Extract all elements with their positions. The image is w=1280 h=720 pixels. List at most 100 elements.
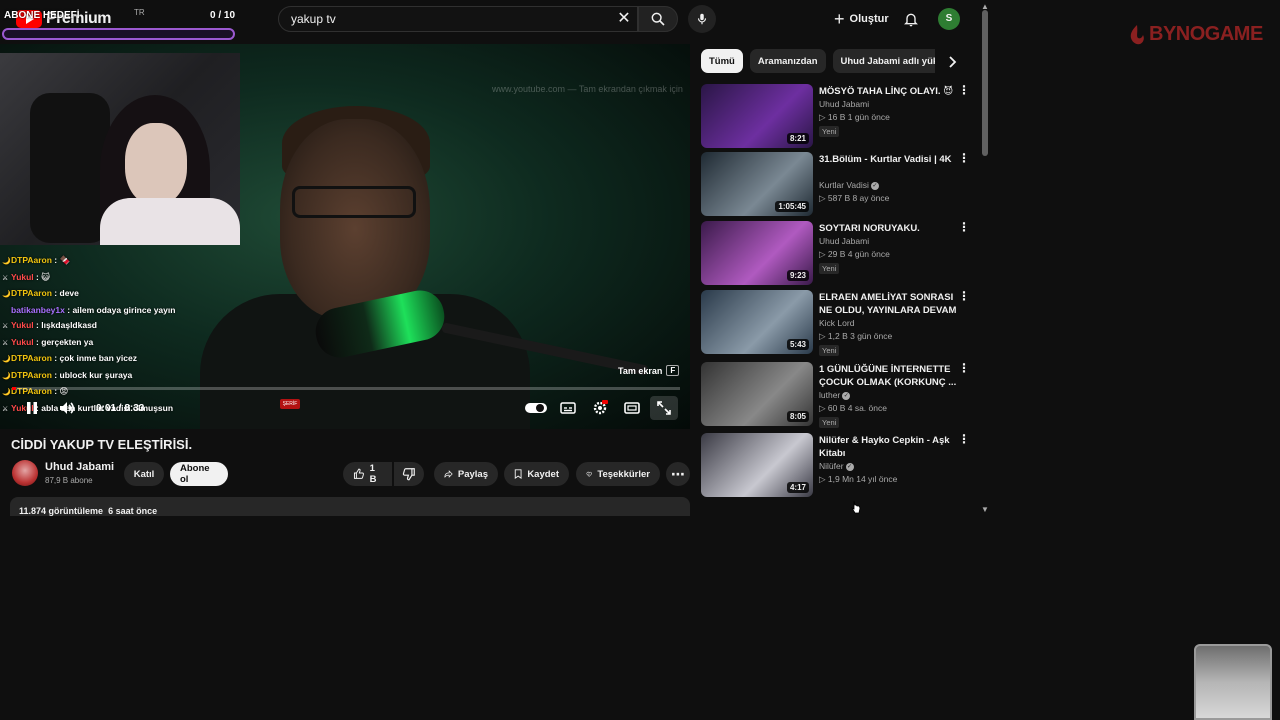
chat-message: ⚔ Yukul : gerçekten ya <box>2 335 242 352</box>
video-duration: 5:43 <box>786 339 809 350</box>
autoplay-toggle-icon <box>525 403 547 413</box>
search-input[interactable] <box>291 12 611 26</box>
more-options-icon[interactable]: ⋮ <box>957 362 971 378</box>
rec-meta: ▷ 16 B 1 gün önce <box>819 112 890 122</box>
video-thumbnail[interactable]: 1:05:45 <box>701 152 813 216</box>
create-button[interactable]: + Oluştur <box>826 5 897 33</box>
view-count: 11.874 görüntüleme <box>19 506 104 516</box>
rec-channel[interactable]: Uhud Jabami <box>819 236 869 246</box>
rec-channel[interactable]: Kurtlar Vadisi ✓ <box>819 180 879 190</box>
verified-icon: ✓ <box>842 391 851 400</box>
search-icon <box>651 12 665 26</box>
autoplay-toggle[interactable] <box>524 396 548 420</box>
save-button[interactable]: Kaydet <box>504 462 569 486</box>
fullscreen-button[interactable] <box>650 396 678 420</box>
more-options-icon[interactable]: ⋮ <box>957 152 971 168</box>
search-button[interactable] <box>638 6 678 32</box>
settings-button[interactable] <box>589 396 611 420</box>
join-button[interactable]: Katıl <box>124 462 164 486</box>
video-thumbnail[interactable]: 4:17 <box>701 433 813 497</box>
rec-channel-name: Kurtlar Vadisi <box>819 180 869 190</box>
rec-meta: ▷ 1,2 B 3 gün önce <box>819 331 893 341</box>
recommendation-item[interactable]: 9:23 SOYTARI NORUYAKU. Uhud Jabami ▷ 29 B 4… <box>701 221 981 285</box>
rec-title[interactable]: Nilüfer & Hayko Cepkin - Aşk Kitabı <box>819 434 959 460</box>
like-button[interactable]: 1 B <box>343 462 392 486</box>
rec-title[interactable]: MÖSYÖ TAHA LİNÇ OLAYI. 😈 <box>819 85 959 98</box>
clear-icon[interactable]: ✕ <box>613 8 635 30</box>
rec-title[interactable]: 1 GÜNLÜĞÜNE İNTERNETTE ÇOCUK OLMAK (KORK… <box>819 363 959 389</box>
dislike-button[interactable] <box>394 462 424 486</box>
chat-username: Yukul <box>11 336 34 347</box>
rec-channel-name: Uhud Jabami <box>819 99 870 109</box>
video-thumbnail[interactable]: 9:23 <box>701 221 813 285</box>
video-player[interactable]: www.youtube.com — Tam ekrandan çıkmak iç… <box>0 44 690 429</box>
theater-mode-button[interactable] <box>621 396 643 420</box>
progress-played <box>12 387 16 390</box>
chip-1[interactable]: Aramanızdan <box>749 49 826 73</box>
chip-2[interactable]: Uhud Jabami adlı yükleyiciden <box>832 49 935 73</box>
chat-message: ⚔ Yukul : 😺 <box>2 270 242 287</box>
chat-text: gerçekten ya <box>41 336 94 347</box>
subscriber-goal-overlay: ABONE HEDEFİ 0 / 10 <box>0 4 238 44</box>
recommendation-item[interactable]: 8:21 MÖSYÖ TAHA LİNÇ OLAYI. 😈 Uhud Jabami ▷… <box>701 84 981 148</box>
account-avatar[interactable]: S <box>938 8 960 30</box>
chips-next-button[interactable] <box>943 52 963 72</box>
fullscreen-tooltip: Tam ekran F <box>618 365 680 376</box>
rec-meta: ▷ 29 B 4 gün önce <box>819 249 890 259</box>
volume-button[interactable] <box>56 396 78 420</box>
search-box[interactable] <box>278 6 638 32</box>
chat-username: Yukul <box>11 271 34 282</box>
rec-channel-name: Uhud Jabami <box>819 236 870 246</box>
new-badge: Yeni <box>819 345 840 356</box>
thanks-button[interactable]: $ Teşekkürler <box>576 462 660 486</box>
rec-title[interactable]: 31.Bölüm - Kurtlar Vadisi | 4K <box>819 153 959 166</box>
red-sticker: ŞERİF <box>280 399 300 409</box>
video-thumbnail[interactable]: 5:43 <box>701 290 813 354</box>
voice-search-button[interactable] <box>688 5 716 33</box>
share-button[interactable]: Paylaş <box>434 462 498 486</box>
pause-button[interactable] <box>22 396 42 420</box>
subtitles-button[interactable] <box>557 396 579 420</box>
more-options-icon[interactable]: ⋮ <box>957 433 971 449</box>
rec-channel-name: Nilüfer <box>819 461 844 471</box>
more-options-icon[interactable]: ⋮ <box>957 221 971 237</box>
scroll-down-arrow[interactable]: ▼ <box>981 505 989 514</box>
more-options-icon[interactable]: ⋮ <box>957 290 971 306</box>
scrollbar-thumb[interactable] <box>982 10 988 156</box>
volume-icon <box>60 402 74 414</box>
channel-avatar[interactable] <box>12 460 38 486</box>
verified-icon: ✓ <box>845 462 854 471</box>
notifications-button[interactable] <box>899 7 923 31</box>
rec-title[interactable]: SOYTARI NORUYAKU. <box>819 222 959 235</box>
more-actions-button[interactable]: ⋯ <box>666 462 690 486</box>
recommendation-item[interactable]: 4:17 Nilüfer & Hayko Cepkin - Aşk Kitabı N… <box>701 433 981 497</box>
rec-channel[interactable]: Nilüfer ✓ <box>819 461 854 471</box>
rec-channel[interactable]: Uhud Jabami <box>819 99 869 109</box>
video-duration: 4:17 <box>786 482 809 493</box>
chat-badge: 🌙 <box>2 356 11 363</box>
webcam-overlay <box>0 53 240 245</box>
share-icon <box>444 470 453 478</box>
chip-0[interactable]: Tümü <box>701 49 743 73</box>
chat-separator: : <box>51 288 60 298</box>
mic-icon <box>697 13 707 25</box>
subscribe-button[interactable]: Abone ol <box>170 462 228 486</box>
rec-meta: ▷ 587 B 8 ay önce <box>819 193 890 203</box>
bynogame-logo-icon <box>1130 24 1144 44</box>
cam-person-face <box>125 123 187 205</box>
progress-bar[interactable] <box>12 387 680 390</box>
rec-channel[interactable]: luther ✓ <box>819 390 851 400</box>
chat-message: 🌙DTPAaron : 🍫 <box>2 253 242 270</box>
rec-channel[interactable]: Kick Lord <box>819 318 854 328</box>
recommendation-item[interactable]: 1:05:45 31.Bölüm - Kurtlar Vadisi | 4K Kur… <box>701 152 981 216</box>
subtitles-icon <box>560 402 576 414</box>
video-thumbnail[interactable]: 8:05 <box>701 362 813 426</box>
dislike-icon <box>402 468 415 481</box>
subscribe-label: Abone ol <box>180 463 210 485</box>
recommendation-item[interactable]: 8:05 1 GÜNLÜĞÜNE İNTERNETTE ÇOCUK OLMAK (… <box>701 362 981 428</box>
channel-name[interactable]: Uhud Jabami <box>45 461 114 473</box>
video-thumbnail[interactable]: 8:21 <box>701 84 813 148</box>
recommendation-item[interactable]: 5:43 ELRAEN AMELİYAT SONRASI NE OLDU, YAY… <box>701 290 981 356</box>
more-options-icon[interactable]: ⋮ <box>957 84 971 100</box>
rec-title[interactable]: ELRAEN AMELİYAT SONRASI NE OLDU, YAYINLA… <box>819 291 959 317</box>
